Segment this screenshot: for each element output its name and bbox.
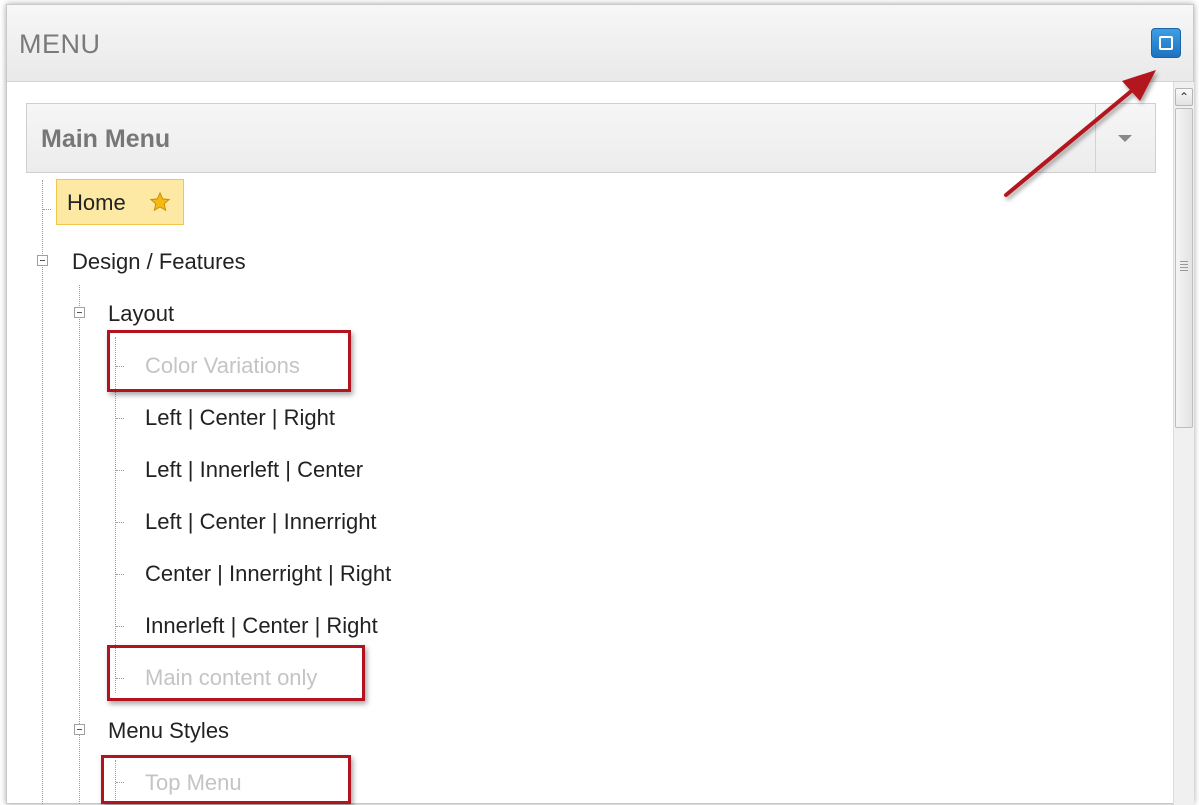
default-star-icon [149,191,171,212]
tree-item-design-features[interactable]: Design / Features [72,249,246,275]
tree-connector [116,522,124,523]
tree-item-label: Home [67,190,126,215]
annotation-highlight-box [101,755,351,804]
panel-title: MENU [19,29,101,59]
tree-item-home[interactable]: Home [56,179,184,225]
collapse-toggle-icon[interactable] [74,724,85,735]
tree-connector [43,209,51,210]
tree-connector [116,418,124,419]
collapse-toggle-icon[interactable] [74,307,85,318]
scroll-up-button[interactable]: ⌃ [1175,88,1193,106]
maximize-button[interactable] [1151,28,1181,58]
tree-item-center-innerright-right[interactable]: Center | Innerright | Right [145,561,391,587]
tree-item-left-innerleft-center[interactable]: Left | Innerleft | Center [145,457,363,483]
grip-icon [1180,261,1188,271]
tree-item-innerleft-center-right[interactable]: Innerleft | Center | Right [145,613,378,639]
maximize-icon [1159,36,1173,50]
dropdown-toggle[interactable] [1095,104,1155,172]
tree-item-menu-styles[interactable]: Menu Styles [108,718,229,744]
menu-select-dropdown[interactable]: Main Menu [26,103,1156,173]
annotation-highlight-box [107,645,365,701]
tree-connector [116,470,124,471]
tree-item-left-center-innerright[interactable]: Left | Center | Innerright [145,509,377,535]
tree-connector [116,574,124,575]
vertical-scrollbar[interactable]: ⌃ [1173,82,1194,805]
chevron-down-icon [1118,135,1132,142]
tree-item-left-center-right[interactable]: Left | Center | Right [145,405,335,431]
collapse-toggle-icon[interactable] [37,255,48,266]
menu-select-value: Main Menu [41,125,171,153]
panel-header: MENU [7,5,1193,82]
tree-guide-line [42,180,43,804]
tree-connector [116,626,124,627]
tree-item-layout[interactable]: Layout [108,301,174,327]
scroll-thumb[interactable] [1175,108,1193,428]
annotation-highlight-box [107,330,351,392]
